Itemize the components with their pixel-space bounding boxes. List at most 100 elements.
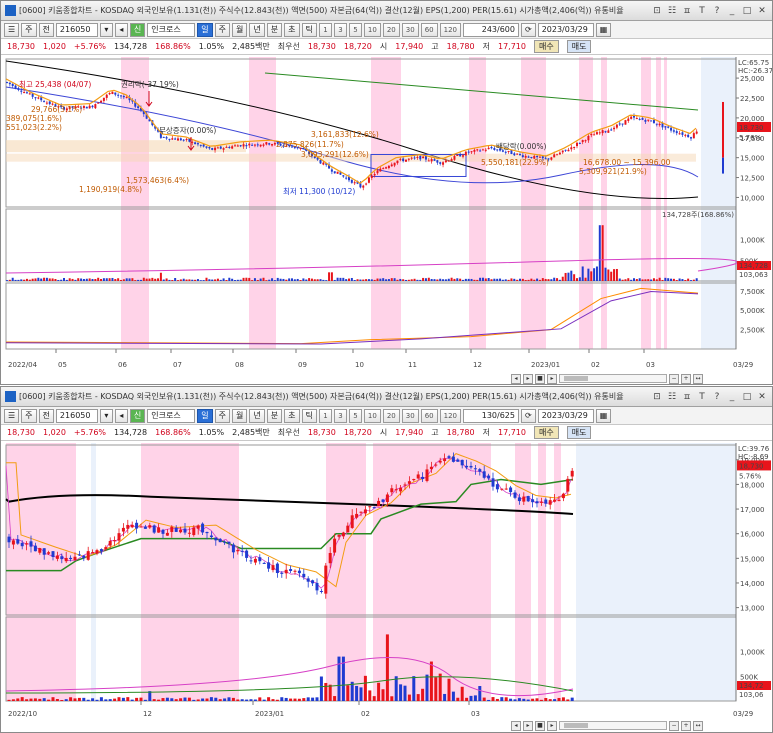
price-chart-top[interactable]: 25,00022,50020,00017,50015,00012,50010,0… <box>1 57 772 373</box>
menu-button[interactable]: ☰ <box>4 408 20 423</box>
fit-icon[interactable]: ↔ <box>693 373 703 384</box>
jeon-button[interactable]: 주 <box>21 22 37 37</box>
pin-icon[interactable]: ㅍ <box>681 391 693 403</box>
chart-scroll-bottom[interactable]: ◂ ▸ ■ ▸ − + ↔ <box>511 720 703 731</box>
menu-button[interactable]: ☰ <box>4 22 20 37</box>
refresh-icon[interactable]: ⟳ <box>520 408 536 423</box>
date-field[interactable]: 2023/03/29 <box>537 22 594 37</box>
help-icon[interactable]: ? <box>711 5 723 17</box>
search-icon[interactable]: ▾ <box>99 408 113 423</box>
tab-icon[interactable]: T <box>696 391 708 403</box>
zoom-out-icon[interactable]: − <box>669 373 679 384</box>
minute-10[interactable]: 10 <box>363 408 381 423</box>
scroll-thumb[interactable] <box>564 723 588 728</box>
minute-30[interactable]: 30 <box>401 408 419 423</box>
scroll-left-icon[interactable]: ◂ <box>511 373 521 384</box>
calendar-icon[interactable]: ▦ <box>595 408 612 423</box>
scroll-thumb[interactable] <box>564 376 588 381</box>
play-icon[interactable]: ▸ <box>523 720 533 731</box>
market-button[interactable]: 전 <box>38 22 54 37</box>
minute-120[interactable]: 120 <box>439 408 461 423</box>
period-month[interactable]: 월 <box>232 22 248 37</box>
minute-120[interactable]: 120 <box>439 22 461 37</box>
period-week[interactable]: 주 <box>214 408 231 423</box>
tab-icon[interactable]: T <box>696 5 708 17</box>
scroll-right-icon[interactable]: ▸ <box>547 720 557 731</box>
stock-code-input[interactable]: 216050 <box>55 22 98 37</box>
scroll-left-icon[interactable]: ◂ <box>511 720 521 731</box>
scroll-right-icon[interactable]: ▸ <box>547 373 557 384</box>
minute-3[interactable]: 3 <box>333 22 347 37</box>
candle-body <box>482 471 486 478</box>
maximize-icon[interactable]: □ <box>741 391 753 403</box>
minimize-icon[interactable]: _ <box>726 391 738 403</box>
period-minute[interactable]: 분 <box>266 408 283 423</box>
count-field[interactable]: 243/600 <box>462 22 519 37</box>
period-tick[interactable]: 틱 <box>301 408 317 423</box>
minute-20[interactable]: 20 <box>382 408 400 423</box>
grid-icon[interactable]: ☷ <box>666 5 678 17</box>
minute-5[interactable]: 5 <box>348 408 362 423</box>
calendar-icon[interactable]: ▦ <box>595 22 612 37</box>
sell-button[interactable]: 매도 <box>566 40 592 53</box>
minimize-icon[interactable]: _ <box>726 5 738 17</box>
restore-icon[interactable]: ⊡ <box>651 391 663 403</box>
date-field[interactable]: 2023/03/29 <box>537 408 594 423</box>
search-icon[interactable]: ▾ <box>99 22 113 37</box>
close-icon[interactable]: ✕ <box>756 5 768 17</box>
minute-3[interactable]: 3 <box>333 408 347 423</box>
volume-bar <box>487 699 491 701</box>
period-month[interactable]: 월 <box>232 408 248 423</box>
help-icon[interactable]: ? <box>711 391 723 403</box>
minute-1[interactable]: 1 <box>318 22 332 37</box>
period-year[interactable]: 년 <box>249 408 265 423</box>
pin-icon[interactable]: ㅍ <box>681 5 693 17</box>
minute-5[interactable]: 5 <box>348 22 362 37</box>
period-day[interactable]: 일 <box>197 408 213 423</box>
chart-scroll-top[interactable]: ◂ ▸ ■ ▸ − + ↔ <box>511 373 703 384</box>
market-button[interactable]: 전 <box>38 408 54 423</box>
jeon-button[interactable]: 주 <box>21 408 37 423</box>
zoom-out-icon[interactable]: − <box>669 720 679 731</box>
period-tick[interactable]: 틱 <box>301 22 317 37</box>
minute-10[interactable]: 10 <box>363 22 381 37</box>
stop-icon[interactable]: ■ <box>535 720 545 731</box>
period-minute[interactable]: 분 <box>266 22 283 37</box>
volume-bar <box>436 279 439 281</box>
minute-1[interactable]: 1 <box>318 408 332 423</box>
buy-button[interactable]: 매수 <box>533 426 559 439</box>
zoom-in-icon[interactable]: + <box>681 373 691 384</box>
period-second[interactable]: 초 <box>284 408 300 423</box>
volume-bar <box>333 279 336 281</box>
minute-20[interactable]: 20 <box>382 22 400 37</box>
stop-icon[interactable]: ■ <box>535 373 545 384</box>
zoom-in-icon[interactable]: + <box>681 720 691 731</box>
count-field[interactable]: 130/625 <box>462 408 519 423</box>
fit-icon[interactable]: ↔ <box>693 720 703 731</box>
minute-30[interactable]: 30 <box>401 22 419 37</box>
maximize-icon[interactable]: □ <box>741 5 753 17</box>
refresh-icon[interactable]: ⟳ <box>520 22 536 37</box>
prev-stock-icon[interactable]: ◂ <box>114 22 128 37</box>
stock-code-input[interactable]: 216050 <box>55 408 98 423</box>
restore-icon[interactable]: ⊡ <box>651 5 663 17</box>
close-icon[interactable]: ✕ <box>756 391 768 403</box>
candle-body <box>473 149 476 152</box>
play-icon[interactable]: ▸ <box>523 373 533 384</box>
scroll-track[interactable] <box>559 721 667 730</box>
scroll-track[interactable] <box>559 374 667 383</box>
grid-icon[interactable]: ☷ <box>666 391 678 403</box>
minute-60[interactable]: 60 <box>420 408 438 423</box>
prev-stock-icon[interactable]: ◂ <box>114 408 128 423</box>
x-axis-label: 11 <box>408 361 417 369</box>
period-week[interactable]: 주 <box>214 22 231 37</box>
period-year[interactable]: 년 <box>249 22 265 37</box>
period-day[interactable]: 일 <box>197 22 213 37</box>
stock-name-field[interactable]: 인크로스 <box>147 408 196 423</box>
price-chart-bottom[interactable]: 19,00018,00017,00016,00015,00014,00013,0… <box>1 443 772 722</box>
stock-name-field[interactable]: 인크로스 <box>147 22 196 37</box>
minute-60[interactable]: 60 <box>420 22 438 37</box>
period-second[interactable]: 초 <box>284 22 300 37</box>
sell-button[interactable]: 매도 <box>566 426 592 439</box>
buy-button[interactable]: 매수 <box>533 40 559 53</box>
